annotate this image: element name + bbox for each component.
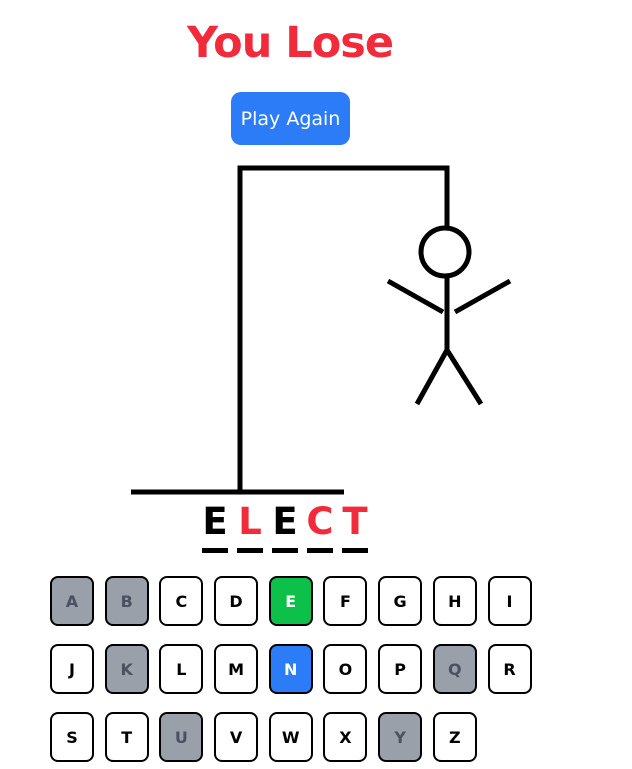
hangman-right-leg [444, 348, 484, 406]
word-letter-slot: E [270, 500, 300, 553]
hangman-left-leg [414, 348, 450, 406]
key-g[interactable]: G [378, 576, 423, 626]
key-t[interactable]: T [104, 712, 149, 762]
key-p[interactable]: P [378, 644, 423, 694]
key-w[interactable]: W [268, 712, 313, 762]
key-x[interactable]: X [323, 712, 368, 762]
key-r[interactable]: R [487, 644, 532, 694]
letter-underline [307, 548, 333, 553]
key-m[interactable]: M [214, 644, 259, 694]
key-e[interactable]: E [268, 576, 313, 626]
key-a[interactable]: A [50, 576, 94, 626]
letter-underline [237, 548, 263, 553]
key-f[interactable]: F [323, 576, 368, 626]
word-letter-slot: T [340, 500, 370, 553]
key-c[interactable]: C [159, 576, 204, 626]
key-u[interactable]: U [159, 712, 204, 762]
key-v[interactable]: V [214, 712, 259, 762]
hangman-head [418, 225, 472, 279]
word-letter: E [202, 500, 228, 543]
key-s[interactable]: S [50, 712, 94, 762]
key-j[interactable]: J [50, 644, 94, 694]
word-letter-slot: C [305, 500, 335, 553]
key-k[interactable]: K [104, 644, 149, 694]
hangman-right-arm [453, 278, 512, 315]
word-display: ELECT [200, 500, 370, 553]
word-letter: E [272, 500, 298, 543]
word-letter: L [238, 500, 262, 543]
key-o[interactable]: O [323, 644, 368, 694]
key-y[interactable]: Y [378, 712, 423, 762]
key-d[interactable]: D [214, 576, 259, 626]
word-letter-slot: L [235, 500, 265, 553]
letter-underline [202, 548, 228, 553]
gallows-drawing [131, 165, 512, 495]
key-b[interactable]: B [104, 576, 149, 626]
key-i[interactable]: I [487, 576, 532, 626]
letter-underline [342, 548, 368, 553]
word-letter: T [342, 500, 368, 543]
key-z[interactable]: Z [432, 712, 477, 762]
word-letter-slot: E [200, 500, 230, 553]
key-h[interactable]: H [432, 576, 477, 626]
hangman-left-arm [386, 278, 445, 315]
letter-underline [272, 548, 298, 553]
key-l[interactable]: L [159, 644, 204, 694]
word-letter: C [306, 500, 334, 543]
key-q[interactable]: Q [432, 644, 477, 694]
key-n[interactable]: N [268, 644, 313, 694]
letter-keyboard: ABCDEFGHI JKLMNOPQR STUVWXYZ [50, 576, 540, 762]
